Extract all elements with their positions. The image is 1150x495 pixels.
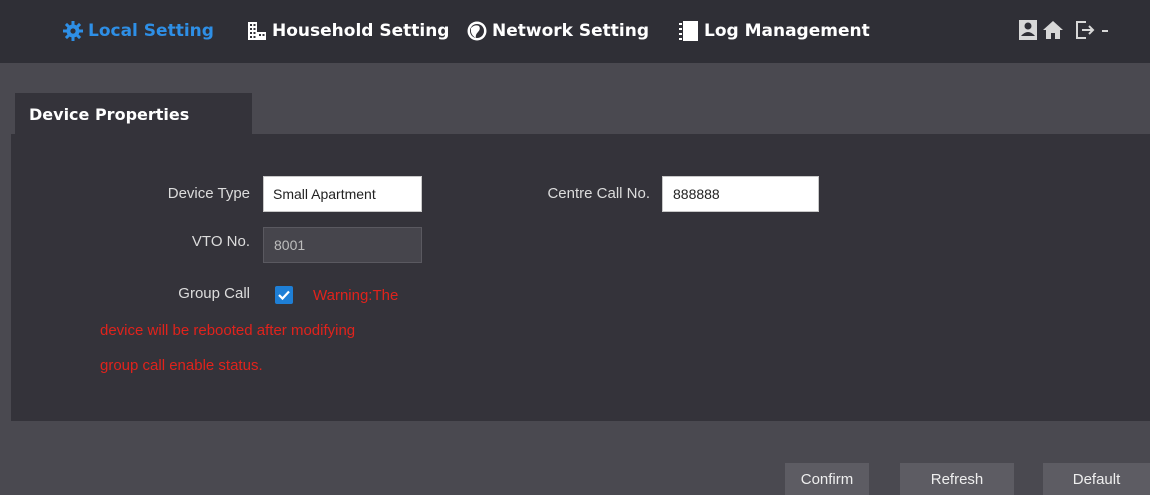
building-icon (248, 22, 266, 40)
vto-no-label: VTO No. (191, 233, 250, 250)
nav-household-setting[interactable]: Household Setting (246, 18, 449, 44)
device-type-select[interactable]: Small Apartment (263, 176, 422, 212)
nav-log-management[interactable]: Log Management (678, 18, 870, 44)
gear-icon (63, 21, 83, 41)
centre-call-input[interactable] (662, 176, 819, 212)
top-nav-bar: Local Setting Household Setting Network … (0, 0, 1150, 63)
group-call-label: Group Call (178, 285, 250, 302)
device-type-label: Device Type (167, 185, 250, 202)
user-icon[interactable] (1018, 19, 1038, 41)
centre-call-label: Centre Call No. (547, 185, 650, 202)
group-call-checkbox[interactable] (275, 286, 293, 304)
nav-label: Log Management (704, 21, 870, 41)
device-type-value: Small Apartment (273, 186, 376, 202)
nav-network-setting[interactable]: Network Setting (466, 18, 649, 44)
device-properties-panel (11, 134, 1150, 421)
checkmark-icon (278, 290, 290, 301)
dropdown-caret-icon[interactable] (1100, 19, 1110, 41)
nav-label: Household Setting (272, 21, 450, 41)
warning-line-3: group call enable status. (100, 357, 263, 374)
logout-icon[interactable] (1074, 19, 1096, 41)
nav-local-setting[interactable]: Local Setting (62, 18, 214, 44)
default-button[interactable]: Default (1043, 463, 1150, 495)
log-icon (679, 21, 698, 41)
confirm-button[interactable]: Confirm (785, 463, 869, 495)
refresh-button[interactable]: Refresh (900, 463, 1014, 495)
tab-device-properties[interactable]: Device Properties (15, 93, 252, 135)
vto-no-input[interactable] (263, 227, 422, 263)
top-right-icons (1018, 19, 1110, 41)
globe-icon (467, 21, 487, 41)
nav-label: Local Setting (88, 21, 214, 41)
home-icon[interactable] (1042, 19, 1064, 41)
warning-line-2: device will be rebooted after modifying (100, 322, 356, 339)
nav-label: Network Setting (492, 21, 650, 41)
warning-line-1: Warning:The (313, 287, 399, 304)
